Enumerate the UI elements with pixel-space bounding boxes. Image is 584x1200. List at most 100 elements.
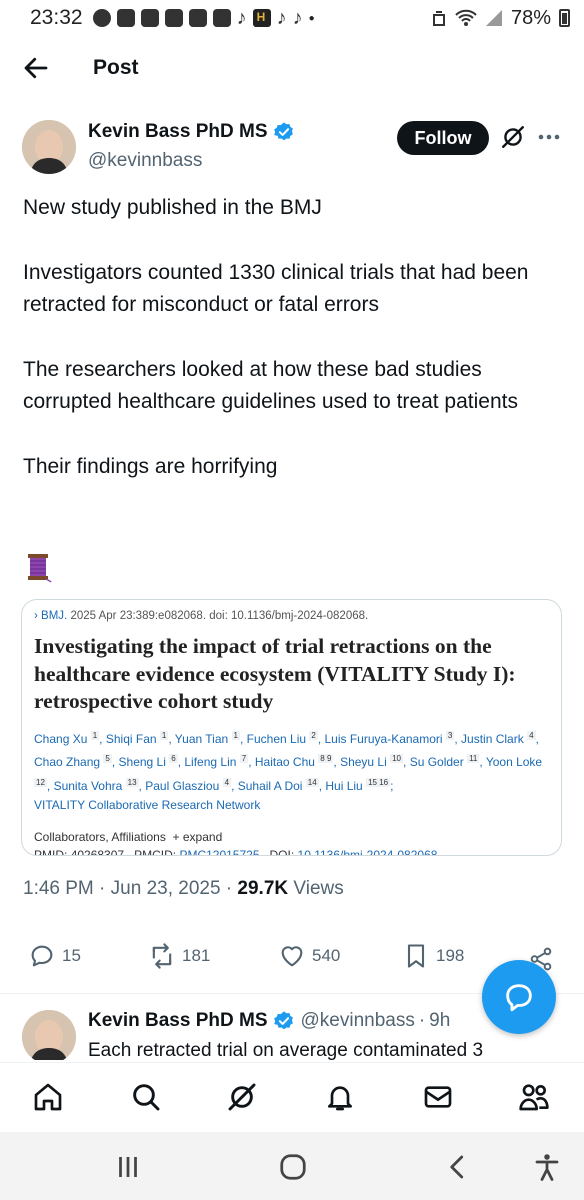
post-paragraph: Their findings are horrifying <box>23 454 278 478</box>
bottom-nav <box>0 1062 584 1132</box>
action-bar: 15 181 540 198 <box>20 942 560 978</box>
battery-icon <box>559 9 570 27</box>
post-meta: 1:46 PM · Jun 23, 2025 · 29.7K Views <box>23 878 344 899</box>
grok-icon[interactable] <box>500 124 526 150</box>
grok-icon[interactable] <box>226 1081 258 1113</box>
author-link: Yuan Tian <box>174 731 229 746</box>
reply-button[interactable]: 15 <box>28 942 81 970</box>
tiktok-icon: ♪ <box>276 7 287 29</box>
mail-icon[interactable] <box>422 1081 454 1113</box>
reply-handle[interactable]: @kevinnbass <box>301 1010 415 1032</box>
arrow-left-icon[interactable] <box>21 53 51 83</box>
search-icon[interactable] <box>130 1081 162 1113</box>
identifiers-row: PMID: 40268307 PMCID: PMC12015725 DOI: 1… <box>34 847 549 856</box>
wifi-icon <box>455 9 477 26</box>
repost-button[interactable]: 181 <box>148 942 210 970</box>
system-nav-bar <box>0 1132 584 1200</box>
home-button-icon[interactable] <box>278 1152 308 1182</box>
status-bar: 23:32 ♪ ♪ ♪ ● 78% <box>0 0 584 36</box>
author-name[interactable]: Kevin Bass PhD MS <box>88 121 268 143</box>
pmid-value: 40268307 <box>70 847 125 856</box>
author-handle[interactable]: @kevinnbass <box>88 150 202 172</box>
expand-label: + expand <box>172 829 223 844</box>
affiliation-sup: 13 <box>125 777 139 787</box>
affiliation-sup: 3 <box>445 730 455 740</box>
home-icon[interactable] <box>32 1081 64 1113</box>
notification-icons: ♪ ♪ ♪ ● <box>92 7 315 29</box>
affiliation-sup: 12 <box>34 777 47 787</box>
reply-count: 15 <box>62 946 81 965</box>
affiliation-sup: 7 <box>239 754 249 763</box>
affiliation-sup: 1 <box>159 730 169 740</box>
post-paragraph: The researchers looked at how these bad … <box>23 357 518 414</box>
like-count: 540 <box>312 946 341 965</box>
recent-apps-icon[interactable] <box>113 1152 143 1182</box>
follow-button[interactable]: Follow <box>397 121 489 155</box>
bookmark-icon <box>407 944 425 968</box>
author-link: Yoon Loke <box>485 755 543 769</box>
article-title: Investigating the impact of trial retrac… <box>34 634 516 713</box>
affiliation-sup: 14 <box>305 777 319 787</box>
affiliation-sup: 5 <box>103 754 112 763</box>
affiliation-sup: 4 <box>527 730 536 740</box>
more-dots-icon[interactable] <box>538 134 560 140</box>
doi-label: DOI: <box>269 847 295 856</box>
views-count[interactable]: 29.7K <box>237 878 288 899</box>
people-icon[interactable] <box>518 1081 550 1113</box>
back-button-icon[interactable] <box>443 1152 473 1182</box>
app-h-icon <box>252 9 271 27</box>
youtube-icon <box>116 9 135 27</box>
author-link: Shiqi Fan <box>105 731 157 746</box>
top-bar: Post <box>0 40 584 96</box>
author-link: Hui Liu <box>325 778 363 793</box>
youtube-icon <box>164 9 183 27</box>
reply-post[interactable]: Kevin Bass PhD MS @kevinnbass · 9h Each … <box>22 1008 562 1060</box>
reply-age: 9h <box>429 1010 451 1031</box>
pmcid-label: PMCID: <box>134 847 177 856</box>
author-link: Sunita Vohra <box>53 778 123 793</box>
affiliation-sup: 2 <box>309 730 318 740</box>
status-right: 78% <box>431 7 570 30</box>
bookmark-button[interactable]: 198 <box>402 942 464 970</box>
views-label[interactable]: Views <box>293 878 343 899</box>
author-link: Haitao Chu <box>254 755 315 769</box>
affiliation-sup: 6 <box>169 754 178 763</box>
author-link: Suhail A Doi <box>237 778 303 793</box>
post-author: Kevin Bass PhD MS @kevinnbass Follow <box>22 118 562 178</box>
bell-icon[interactable] <box>324 1081 356 1113</box>
reply-text: Each retracted trial on average contamin… <box>88 1040 484 1060</box>
collaborators-label: Collaborators, Affiliations <box>34 829 166 844</box>
youtube-icon <box>212 9 231 27</box>
verified-badge-icon <box>273 1011 293 1030</box>
author-link: Fuchen Liu <box>246 731 307 746</box>
tiktok-icon: ♪ <box>292 7 303 29</box>
affiliation-sup: 10 <box>390 754 404 763</box>
page-title: Post <box>93 56 139 79</box>
post-paragraph: Investigators counted 1330 clinical tria… <box>23 260 529 317</box>
heart-icon <box>281 946 303 967</box>
compose-button[interactable] <box>482 960 556 1034</box>
doi-value: 10.1136/bmj-2024-082068 <box>297 847 438 856</box>
article-image-card[interactable]: › BMJ. 2025 Apr 23:389:e082068. doi: 10.… <box>21 599 562 856</box>
chat-bubble-icon <box>506 984 532 1012</box>
affiliation-sup: 1 <box>231 730 240 740</box>
author-name-row: Kevin Bass PhD MS <box>88 121 295 143</box>
post-paragraph: New study published in the BMJ <box>23 196 322 219</box>
journal-name: BMJ. <box>41 610 68 622</box>
avatar[interactable] <box>22 1010 76 1060</box>
avatar[interactable] <box>22 120 76 174</box>
accessibility-icon[interactable] <box>532 1152 562 1182</box>
spool-thread-icon <box>28 554 52 583</box>
messenger-icon <box>92 9 111 27</box>
reply-header: Kevin Bass PhD MS @kevinnbass · 9h <box>88 1010 451 1032</box>
tiktok-icon: ♪ <box>236 7 247 29</box>
affiliation-sup: 1 <box>90 730 100 740</box>
recycle-icon <box>432 11 445 26</box>
author-link: Sheng Li <box>118 755 166 769</box>
post-time: 1:46 PM <box>23 878 94 899</box>
reply-author-name[interactable]: Kevin Bass PhD MS <box>88 1010 268 1032</box>
author-link: Paul Glasziou <box>145 778 220 793</box>
youtube-icon <box>188 9 207 27</box>
author-link: Lifeng Lin <box>184 755 237 769</box>
like-button[interactable]: 540 <box>278 942 340 970</box>
